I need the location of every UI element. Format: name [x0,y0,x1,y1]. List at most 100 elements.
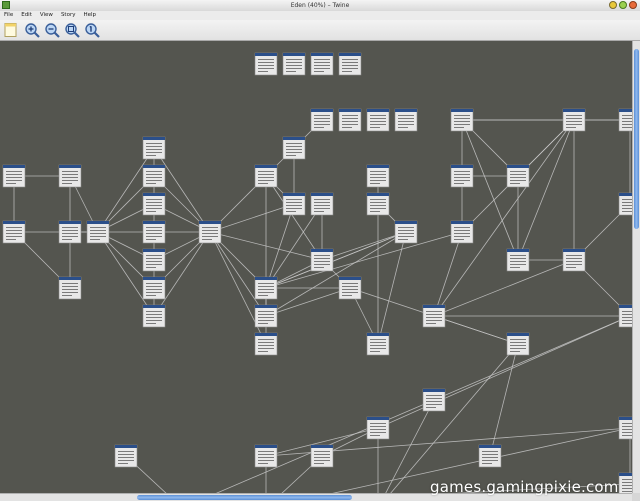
passage-card[interactable] [394,220,418,244]
passage-card[interactable] [282,52,306,76]
passage-card[interactable] [254,304,278,328]
passage-link [97,147,155,233]
menu-view[interactable]: View [36,11,57,20]
zoom-out-button[interactable] [44,22,60,38]
passage-card[interactable] [310,444,334,468]
passage-card[interactable] [450,108,474,132]
passage-card[interactable] [142,192,166,216]
passage-card[interactable] [422,388,446,412]
zoom-actual-icon [85,23,100,38]
passage-card[interactable] [114,444,138,468]
zoom-in-button[interactable] [24,22,40,38]
story-map [2,52,632,493]
vertical-scrollbar[interactable] [632,41,640,493]
passage-card[interactable] [282,136,306,160]
passage-link [153,147,211,233]
scroll-corner [632,493,640,501]
passage-card[interactable] [366,164,390,188]
passage-card[interactable] [142,276,166,300]
zoom-out-icon [45,23,60,38]
passage-card[interactable] [86,220,110,244]
passage-links [13,119,631,493]
passage-card[interactable] [142,248,166,272]
passage-card[interactable] [450,164,474,188]
passage-link [433,119,575,317]
minimize-icon[interactable] [609,1,617,9]
passage-card[interactable] [58,220,82,244]
passage-card[interactable] [142,136,166,160]
watermark: games.gamingpixie.com [430,478,619,496]
menu-edit[interactable]: Edit [17,11,36,20]
passage-card[interactable] [478,444,502,468]
passage-card[interactable] [2,164,26,188]
passage-card[interactable] [254,444,278,468]
passage-card[interactable] [618,192,632,216]
toolbar [0,20,640,41]
passage-link [433,259,575,317]
passage-card[interactable] [618,472,632,493]
passage-link [265,203,295,289]
passage-card[interactable] [254,52,278,76]
new-passage-icon [4,23,17,37]
passage-card[interactable] [366,108,390,132]
window-title: Eden (40%) – Twine [290,2,350,9]
menu-story[interactable]: Story [57,11,80,20]
passage-card[interactable] [142,164,166,188]
passage-card[interactable] [254,164,278,188]
zoom-fit-button[interactable] [64,22,80,38]
passage-card[interactable] [58,164,82,188]
passage-card[interactable] [142,304,166,328]
passage-link [321,231,407,261]
passage-card[interactable] [618,108,632,132]
passage-card[interactable] [142,220,166,244]
passage-card[interactable] [310,192,334,216]
passage-card[interactable] [310,248,334,272]
passage-card[interactable] [506,332,530,356]
passage-card[interactable] [366,416,390,440]
passage-link [153,231,211,317]
passage-link [517,119,575,261]
passage-link [265,231,407,289]
menu-bar: File Edit View Story Help [0,11,640,20]
passage-card[interactable] [282,192,306,216]
passage-card[interactable] [422,304,446,328]
passage-link [97,231,155,317]
passage-link [209,203,295,233]
passage-link [433,231,463,317]
close-icon[interactable] [629,1,637,9]
maximize-icon[interactable] [619,1,627,9]
passage-card[interactable] [338,108,362,132]
passage-card[interactable] [562,248,586,272]
zoom-fit-icon [65,23,80,38]
passage-card[interactable] [338,52,362,76]
passage-card[interactable] [506,248,530,272]
passage-card[interactable] [366,192,390,216]
passage-card[interactable] [58,276,82,300]
window-controls [609,1,637,9]
passage-link [265,287,351,317]
passage-link [265,231,463,289]
passage-card[interactable] [618,416,632,440]
passage-card[interactable] [618,304,632,328]
menu-file[interactable]: File [0,11,17,20]
passage-card[interactable] [394,108,418,132]
vertical-scroll-thumb[interactable] [634,49,639,229]
passage-card[interactable] [562,108,586,132]
passage-card[interactable] [506,164,530,188]
passage-card[interactable] [366,332,390,356]
zoom-actual-button[interactable] [84,22,100,38]
story-map-canvas[interactable] [0,41,632,493]
passage-card[interactable] [338,276,362,300]
passage-card[interactable] [310,52,334,76]
passage-card[interactable] [198,220,222,244]
passage-card[interactable] [450,220,474,244]
menu-help[interactable]: Help [79,11,100,20]
passage-card[interactable] [310,108,334,132]
passage-link [265,231,407,317]
passage-link [377,315,631,429]
passage-card[interactable] [254,332,278,356]
horizontal-scroll-thumb[interactable] [137,495,352,500]
new-passage-button[interactable] [3,22,19,38]
passage-card[interactable] [2,220,26,244]
passage-card[interactable] [254,276,278,300]
